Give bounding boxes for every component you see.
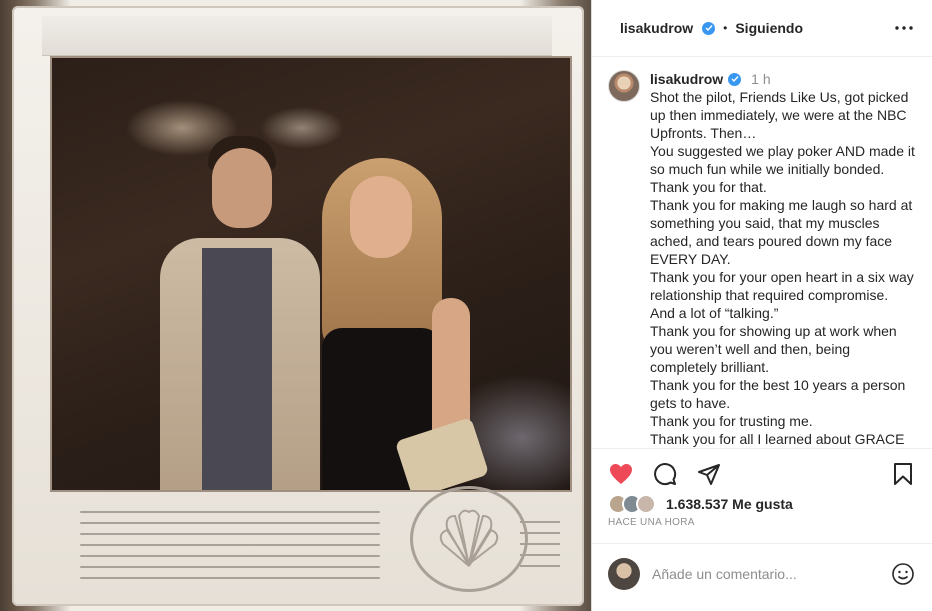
more-icon[interactable] bbox=[892, 16, 916, 40]
post-photo bbox=[50, 56, 572, 492]
decorative-stripes-right bbox=[520, 512, 560, 572]
caption-username[interactable]: lisakudrow bbox=[650, 70, 723, 88]
bookmark-icon[interactable] bbox=[890, 461, 916, 487]
decorative-stripes bbox=[80, 502, 380, 584]
man-shirt bbox=[202, 248, 272, 490]
share-icon[interactable] bbox=[696, 461, 722, 487]
post-date: HACE UNA HORA bbox=[608, 517, 695, 528]
avatar bbox=[608, 557, 640, 590]
caption-line: You suggested we play poker AND made it … bbox=[650, 143, 919, 177]
caption-line: Thank you for trusting me. bbox=[650, 413, 813, 429]
verified-icon bbox=[728, 72, 742, 86]
caption-area: lisakudrow 1 h Shot the pilot, Friends L… bbox=[592, 58, 932, 448]
comment-input[interactable] bbox=[652, 565, 878, 582]
woman-face bbox=[350, 176, 412, 258]
caption-line: Shot the pilot, Friends Like Us, got pic… bbox=[650, 89, 913, 141]
avatar[interactable] bbox=[608, 70, 640, 102]
caption-meta: lisakudrow 1 h bbox=[650, 70, 916, 88]
polaroid-top-strip bbox=[42, 16, 552, 56]
caption-line: Thank you for the best 10 years a person… bbox=[650, 377, 910, 411]
caption-line: Thank you for showing up at work when yo… bbox=[650, 323, 901, 375]
header-separator: • bbox=[723, 21, 728, 35]
likes-row[interactable]: 1.638.537 Me gusta bbox=[608, 494, 793, 514]
caption-body: lisakudrow 1 h Shot the pilot, Friends L… bbox=[650, 70, 916, 448]
post-actions bbox=[592, 448, 932, 498]
polaroid-frame bbox=[12, 6, 584, 606]
post-header: lisakudrow • Siguiendo bbox=[592, 0, 932, 57]
polaroid-bottom-strip bbox=[50, 486, 572, 596]
header-username[interactable]: lisakudrow bbox=[620, 20, 693, 36]
caption-line: Thank you for all I learned about GRACE bbox=[650, 431, 905, 447]
caption-line: Thank you for your open heart in a six w… bbox=[650, 269, 918, 321]
emoji-icon[interactable] bbox=[890, 561, 916, 587]
nbc-peacock-icon bbox=[410, 486, 528, 592]
comment-icon[interactable] bbox=[652, 461, 678, 487]
post-photo-pane[interactable] bbox=[0, 0, 591, 611]
liker-avatars bbox=[608, 494, 656, 514]
likes-count[interactable]: 1.638.537 Me gusta bbox=[666, 496, 793, 512]
heart-icon[interactable] bbox=[608, 461, 634, 487]
following-button[interactable]: Siguiendo bbox=[735, 20, 803, 36]
caption-line: Thank you for that. bbox=[650, 179, 767, 195]
caption-line: Thank you for making me laugh so hard at… bbox=[650, 197, 917, 267]
man-face bbox=[212, 148, 272, 228]
verified-icon bbox=[702, 21, 716, 35]
post-side-panel: lisakudrow • Siguiendo lisakudrow 1 h Sh… bbox=[591, 0, 932, 611]
post-time[interactable]: 1 h bbox=[751, 70, 770, 88]
comment-bar bbox=[592, 543, 932, 603]
